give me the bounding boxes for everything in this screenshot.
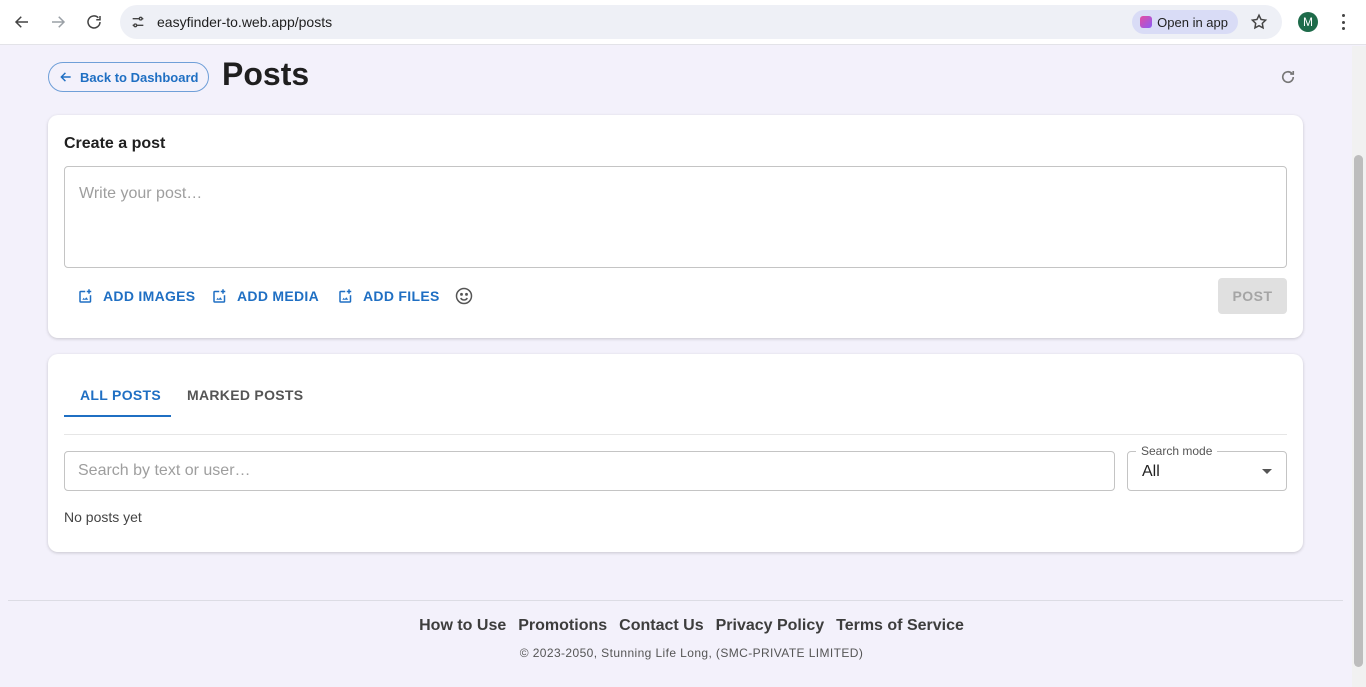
open-in-app-button[interactable]: Open in app	[1132, 10, 1238, 34]
bookmark-star-icon[interactable]	[1250, 13, 1268, 31]
footer-links: How to Use Promotions Contact Us Privacy…	[0, 617, 1366, 635]
browser-back-button[interactable]	[4, 4, 40, 40]
browser-toolbar: easyfinder-to.web.app/posts Open in app …	[0, 0, 1366, 45]
posts-card: ALL POSTS MARKED POSTS Search mode All N…	[48, 354, 1303, 552]
add-files-label: ADD FILES	[363, 288, 440, 304]
add-images-label: ADD IMAGES	[103, 288, 196, 304]
search-mode-label: Search mode	[1136, 444, 1218, 458]
add-photo-icon	[213, 289, 226, 303]
post-button[interactable]: POST	[1218, 278, 1287, 314]
empty-state-text: No posts yet	[64, 509, 142, 525]
reload-icon	[87, 15, 101, 29]
page-title: Posts	[222, 56, 310, 92]
search-input[interactable]	[64, 451, 1115, 491]
browser-forward-button[interactable]	[40, 4, 76, 40]
footer-link-terms-of-service[interactable]: Terms of Service	[836, 617, 964, 635]
create-post-heading: Create a post	[64, 135, 166, 152]
footer-link-how-to-use[interactable]: How to Use	[419, 617, 506, 635]
browser-menu-icon[interactable]	[1336, 12, 1350, 32]
caret-down-icon	[1262, 469, 1272, 474]
add-photo-icon	[79, 289, 92, 303]
add-media-button[interactable]: ADD MEDIA	[211, 285, 319, 307]
back-to-dashboard-button[interactable]: Back to Dashboard	[48, 62, 210, 92]
tab-marked-posts[interactable]: MARKED POSTS	[187, 372, 303, 418]
footer-link-privacy-policy[interactable]: Privacy Policy	[716, 617, 825, 635]
arrow-left-icon	[14, 16, 28, 28]
url-text[interactable]: easyfinder-to.web.app/posts	[157, 14, 332, 30]
emoji-icon[interactable]	[454, 286, 474, 306]
footer-link-contact-us[interactable]: Contact Us	[619, 617, 703, 635]
back-to-dashboard-label: Back to Dashboard	[80, 69, 199, 85]
create-post-card: Create a post ADD IMAGES ADD MEDIA ADD F…	[48, 115, 1303, 338]
add-photo-icon	[339, 289, 352, 303]
arrow-right-icon	[52, 16, 66, 28]
add-media-label: ADD MEDIA	[237, 288, 320, 304]
posts-tabs: ALL POSTS MARKED POSTS	[64, 372, 1287, 435]
tab-all-posts[interactable]: ALL POSTS	[80, 372, 161, 418]
search-mode-select[interactable]: Search mode All	[1127, 444, 1287, 491]
site-settings-icon[interactable]	[128, 12, 148, 32]
post-textarea[interactable]	[64, 166, 1287, 268]
browser-reload-button[interactable]	[76, 4, 112, 40]
search-mode-value: All	[1142, 463, 1160, 480]
address-bar[interactable]: easyfinder-to.web.app/posts Open in app	[120, 5, 1282, 39]
open-in-app-label: Open in app	[1157, 14, 1228, 30]
copyright-text: © 2023-2050, Stunning Life Long, (SMC-PR…	[519, 646, 864, 660]
add-files-button[interactable]: ADD FILES	[337, 285, 440, 307]
arrow-left-icon	[60, 72, 71, 82]
add-images-button[interactable]: ADD IMAGES	[77, 285, 195, 307]
active-tab-indicator	[64, 415, 171, 417]
footer-divider	[8, 600, 1343, 601]
footer-link-promotions[interactable]: Promotions	[518, 617, 607, 635]
refresh-icon[interactable]	[1279, 68, 1297, 86]
app-icon	[1140, 16, 1153, 28]
scrollbar-thumb[interactable]	[1354, 155, 1363, 667]
profile-avatar[interactable]: M	[1298, 12, 1318, 32]
